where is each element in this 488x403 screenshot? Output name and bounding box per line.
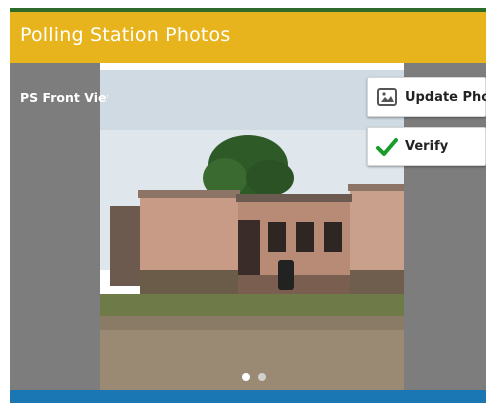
photo-image bbox=[100, 70, 404, 390]
verify-button[interactable]: Verify bbox=[367, 127, 486, 166]
carousel-dot-1[interactable] bbox=[242, 373, 250, 381]
left-panel bbox=[10, 63, 100, 390]
image-icon bbox=[375, 85, 399, 109]
app-frame: Polling Station Photos PS Front Vie Upda… bbox=[10, 8, 486, 403]
update-photo-button[interactable]: Update Photo bbox=[367, 77, 486, 117]
verify-label: Verify bbox=[405, 139, 449, 154]
carousel-dots[interactable] bbox=[242, 373, 266, 381]
bottom-bar bbox=[10, 390, 486, 403]
check-icon bbox=[375, 135, 399, 159]
polling-station-photo[interactable] bbox=[100, 70, 404, 390]
carousel-dot-2[interactable] bbox=[258, 373, 266, 381]
photo-label: PS Front View bbox=[20, 90, 108, 105]
update-photo-label: Update Photo bbox=[405, 89, 486, 105]
page-title: Polling Station Photos bbox=[20, 24, 231, 46]
app-header: Polling Station Photos bbox=[10, 8, 486, 63]
